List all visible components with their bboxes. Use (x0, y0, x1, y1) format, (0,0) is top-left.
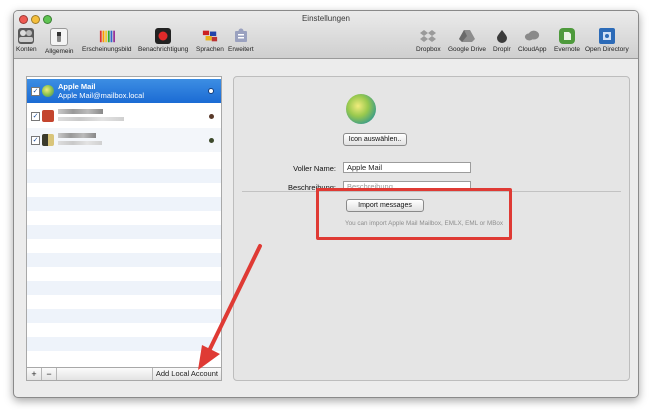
puzzle-icon (233, 28, 249, 44)
apple-mail-account-icon (42, 85, 54, 97)
annotation-arrow (198, 244, 262, 370)
toolbar-erscheinungsbild[interactable]: Erscheinungsbild (82, 28, 132, 53)
window-title: Einstellungen (301, 14, 351, 23)
google-drive-icon (458, 28, 475, 44)
account-item-redacted-1[interactable]: ✓ (27, 104, 221, 128)
toolbar-evernote[interactable]: Evernote (554, 28, 580, 53)
list-stripe (27, 225, 221, 239)
toolbar-dropbox[interactable]: Dropbox (416, 28, 441, 53)
cloud-icon (524, 28, 540, 44)
accounts-icon (18, 28, 35, 44)
account-status-dot (209, 114, 214, 119)
toolbar-konten[interactable]: Konten (16, 28, 37, 53)
account-icon (42, 134, 54, 146)
account-status-dot (208, 88, 214, 94)
evernote-icon (559, 28, 576, 44)
redacted-name (58, 133, 96, 138)
toolbar-google-drive[interactable]: Google Drive (448, 28, 486, 53)
account-status-dot (209, 138, 214, 143)
toolbar-cloudapp[interactable]: CloudApp (518, 28, 547, 53)
toolbar-benachrichtigung[interactable]: Benachrichtigung (138, 28, 188, 53)
account-item-redacted-2[interactable]: ✓ (27, 128, 221, 152)
toolbar-sprachen[interactable]: Sprachen (196, 28, 224, 53)
account-name: Apple Mail (58, 82, 96, 91)
remove-account-button[interactable]: − (42, 368, 57, 380)
account-enabled-checkbox[interactable]: ✓ (31, 111, 40, 121)
record-icon (155, 28, 172, 44)
full-name-field[interactable]: Apple Mail (343, 162, 471, 173)
redacted-name (58, 109, 103, 114)
account-avatar (346, 94, 376, 124)
flags-icon (202, 28, 218, 44)
dropbox-icon (420, 28, 437, 44)
toolbar-droplr[interactable]: Droplr (493, 28, 511, 53)
choose-icon-button[interactable]: Icon auswählen.. (343, 133, 407, 146)
account-enabled-checkbox[interactable]: ✓ (31, 86, 40, 96)
list-stripe (27, 197, 221, 211)
account-enabled-checkbox[interactable]: ✓ (31, 135, 40, 145)
redacted-email (58, 141, 102, 145)
pencils-icon (99, 28, 115, 44)
account-email: Apple Mail@mailbox.local (58, 91, 144, 100)
account-item-apple-mail[interactable]: ✓ Apple Mail Apple Mail@mailbox.local (27, 79, 221, 103)
add-account-button[interactable]: + (27, 368, 42, 380)
account-icon (42, 110, 54, 122)
toolbar-erweitert[interactable]: Erweitert (228, 28, 254, 53)
full-name-label: Voller Name: (293, 164, 336, 173)
open-directory-icon (598, 28, 615, 44)
switch-icon (50, 28, 69, 46)
list-stripe (27, 169, 221, 183)
droplr-icon (494, 28, 510, 44)
redacted-email (58, 117, 124, 121)
toolbar-allgemein[interactable]: Allgemein (45, 28, 74, 55)
toolbar-open-directory[interactable]: Open Directory (585, 28, 629, 53)
titlebar: Einstellungen Konten Allgemein Erscheinu… (14, 11, 638, 59)
import-highlight-box (316, 188, 512, 240)
